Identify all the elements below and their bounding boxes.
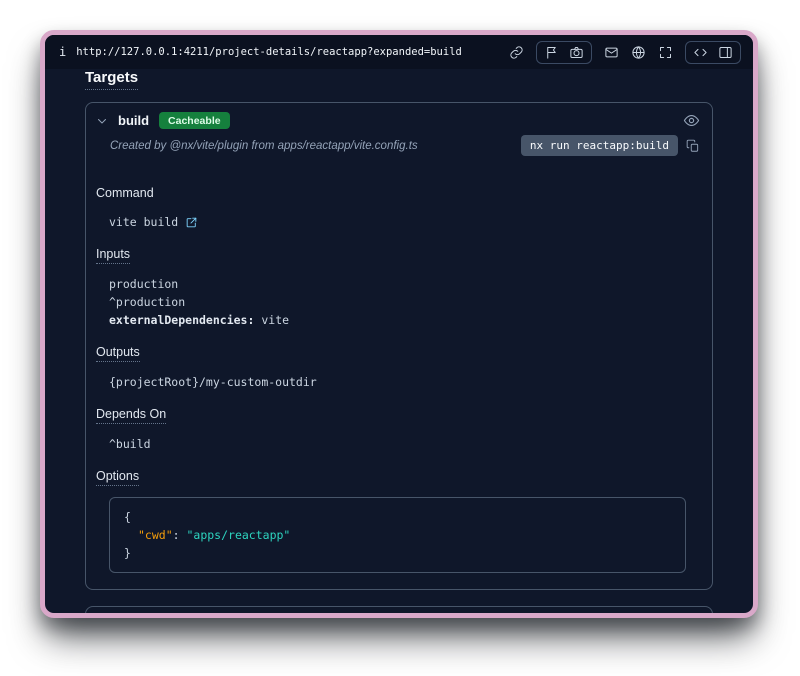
depends-on-item: ^build <box>109 435 694 453</box>
expand-icon[interactable] <box>658 45 673 60</box>
browser-titlebar: i http://127.0.0.1:4211/project-details/… <box>45 35 753 69</box>
serve-card-header[interactable]: serve vite serve <box>86 607 712 613</box>
capture-icon-group <box>536 41 592 64</box>
input-item: ^production <box>109 293 694 311</box>
mail-icon[interactable] <box>604 45 619 60</box>
target-name: build <box>118 113 149 128</box>
external-link-icon <box>185 216 198 229</box>
copy-command-button[interactable] <box>686 139 700 153</box>
targets-heading[interactable]: Targets <box>85 69 138 90</box>
input-item: externalDependencies: vite <box>109 311 694 329</box>
command-label: Command <box>96 186 154 200</box>
command-section: Command vite build <box>96 184 694 231</box>
input-dep-value: vite <box>261 313 289 327</box>
json-key: "cwd" <box>138 528 173 542</box>
page-content: Targets build Cacheable Created by @nx/v… <box>45 69 753 613</box>
camera-icon[interactable] <box>569 45 584 60</box>
flag-icon[interactable] <box>544 45 559 60</box>
copy-icon <box>686 139 700 153</box>
json-separator: : <box>173 528 187 542</box>
inputs-label[interactable]: Inputs <box>96 247 130 264</box>
globe-icon[interactable] <box>631 45 646 60</box>
build-card-header[interactable]: build Cacheable <box>86 103 712 131</box>
eye-icon <box>683 112 700 129</box>
created-by-text: Created by @nx/vite/plugin from apps/rea… <box>110 140 513 152</box>
outputs-section: Outputs {projectRoot}/my-custom-outdir <box>96 343 694 391</box>
code-line: { <box>124 508 671 526</box>
options-code-block: { "cwd": "apps/reactapp" } <box>109 497 686 573</box>
dev-icon-group <box>685 41 741 64</box>
url-bar[interactable]: http://127.0.0.1:4211/project-details/re… <box>76 46 462 58</box>
options-section: Options { "cwd": "apps/reactapp" } <box>96 467 694 573</box>
target-card-serve: serve vite serve <box>85 606 713 613</box>
depends-on-section: Depends On ^build <box>96 405 694 453</box>
code-icon[interactable] <box>693 45 708 60</box>
input-item: production <box>109 275 694 293</box>
browser-window: i http://127.0.0.1:4211/project-details/… <box>40 30 758 618</box>
target-card-build: build Cacheable Created by @nx/vite/plug… <box>85 102 713 590</box>
titlebar-toolbar <box>509 41 741 64</box>
command-link[interactable]: vite build <box>109 213 694 231</box>
info-icon[interactable]: i <box>59 45 66 59</box>
options-label[interactable]: Options <box>96 469 139 486</box>
code-line: } <box>124 544 671 562</box>
depends-on-label[interactable]: Depends On <box>96 407 166 424</box>
chevron-down-icon <box>96 115 108 127</box>
view-in-graph-button[interactable] <box>683 112 700 129</box>
json-value: "apps/reactapp" <box>186 528 290 542</box>
build-card-sections: Command vite build Inputs production <box>86 168 712 589</box>
cacheable-badge: Cacheable <box>159 112 230 129</box>
link-icon[interactable] <box>509 45 524 60</box>
layout-panel-icon[interactable] <box>718 45 733 60</box>
inputs-section: Inputs production ^production externalDe… <box>96 245 694 329</box>
output-item: {projectRoot}/my-custom-outdir <box>109 373 694 391</box>
input-dep-key: externalDependencies: <box>109 313 254 327</box>
code-line: "cwd": "apps/reactapp" <box>124 526 671 544</box>
run-command-chip[interactable]: nx run reactapp:build <box>521 135 678 156</box>
build-card-subheader: Created by @nx/vite/plugin from apps/rea… <box>86 131 712 168</box>
command-value: vite build <box>109 213 178 231</box>
outputs-label[interactable]: Outputs <box>96 345 140 362</box>
